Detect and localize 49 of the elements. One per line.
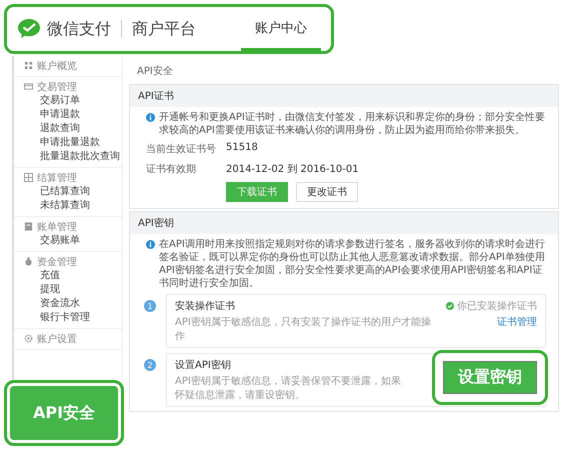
- step-title: 安装操作证书: [175, 300, 236, 313]
- grid-icon: [24, 61, 33, 70]
- card-icon: [24, 82, 33, 91]
- nav-tab[interactable]: 账户中心: [241, 7, 321, 51]
- info-icon: [146, 113, 155, 122]
- sidebar-item[interactable]: 交易订单: [14, 94, 122, 108]
- field-value: 2014-12-02 到 2016-10-01: [226, 163, 359, 176]
- change-button[interactable]: 更改证书: [296, 182, 358, 202]
- table-icon: [24, 173, 33, 182]
- sidebar-item[interactable]: 充值: [14, 269, 122, 283]
- step-title: 设置API密钥: [175, 358, 232, 372]
- sidebar-group-title[interactable]: 资金管理: [37, 254, 77, 268]
- sidebar-group-title[interactable]: 账单管理: [37, 220, 77, 234]
- doc-icon: [24, 222, 33, 231]
- sidebar-item[interactable]: 申请退款: [14, 108, 122, 122]
- sidebar-group-title[interactable]: 结算管理: [37, 170, 77, 184]
- callout-label: API安全: [4, 380, 124, 446]
- step-number: 1: [144, 300, 156, 312]
- field-label: 证书有效期: [146, 162, 197, 176]
- settings-icon: [24, 334, 33, 343]
- sidebar-item[interactable]: 提现: [14, 283, 122, 297]
- info-text: 在API调用时用来按照指定规则对你的请求参数进行签名，服务器收到你的请求时会进行签名验证，既可以界定你的身份也可以防止其他人恶意篡改请求数据。部分API单独使用API密钥签名进行安全加固，部分安全性要求更高的API会要求使用API密钥签名和API证书同时进行安全加固。: [159, 238, 546, 290]
- sidebar-item[interactable]: 退款查询: [14, 122, 122, 136]
- info-icon: [146, 240, 155, 249]
- sidebar-item[interactable]: 资金流水: [14, 297, 122, 311]
- sidebar-item[interactable]: 银行卡管理: [14, 311, 122, 325]
- info-text: 开通帐号和更换API证书时，由微信支付签发，用来标识和界定你的身份；部分安全性要求较高的API需要使用该证书来确认你的调用身份，防止因为盗用而给你带来损失。: [159, 111, 546, 137]
- sidebar-item[interactable]: 未结算查询: [14, 199, 122, 213]
- platform-name: 商户平台: [132, 18, 196, 40]
- sidebar-item[interactable]: 申请批量退款: [14, 136, 122, 150]
- field-value: 51518: [226, 142, 258, 155]
- brand-name: 微信支付: [47, 18, 111, 40]
- step-description: API密钥属于敏感信息，请妥善保管不要泄露，如果怀疑信息泄露，请重设密钥。: [175, 374, 402, 402]
- chat-bubble-check-icon: [17, 18, 41, 40]
- status-text: 你已安装操作证书: [457, 300, 537, 313]
- section-title: API密钥: [130, 212, 558, 234]
- step-description: API密钥属于敏感信息，只有安装了操作证书的用户才能操作: [175, 316, 432, 343]
- check-icon: [446, 302, 454, 310]
- certificate-link[interactable]: 证书管理: [497, 315, 537, 329]
- sidebar-group-title[interactable]: 账户设置: [37, 332, 77, 346]
- breadcrumb: API安全: [137, 64, 174, 78]
- sidebar-item[interactable]: 批量退款批次查询: [14, 150, 122, 164]
- section-title: API证书: [130, 85, 558, 107]
- sidebar-group-title[interactable]: 交易管理: [37, 80, 77, 94]
- sidebar-group-title[interactable]: 账户概览: [37, 58, 77, 72]
- field-label: 当前生效证书号: [146, 142, 217, 156]
- sidebar-item[interactable]: 已结算查询: [14, 185, 122, 199]
- step-number: 2: [144, 359, 156, 371]
- sidebar-item[interactable]: 交易账单: [14, 234, 122, 248]
